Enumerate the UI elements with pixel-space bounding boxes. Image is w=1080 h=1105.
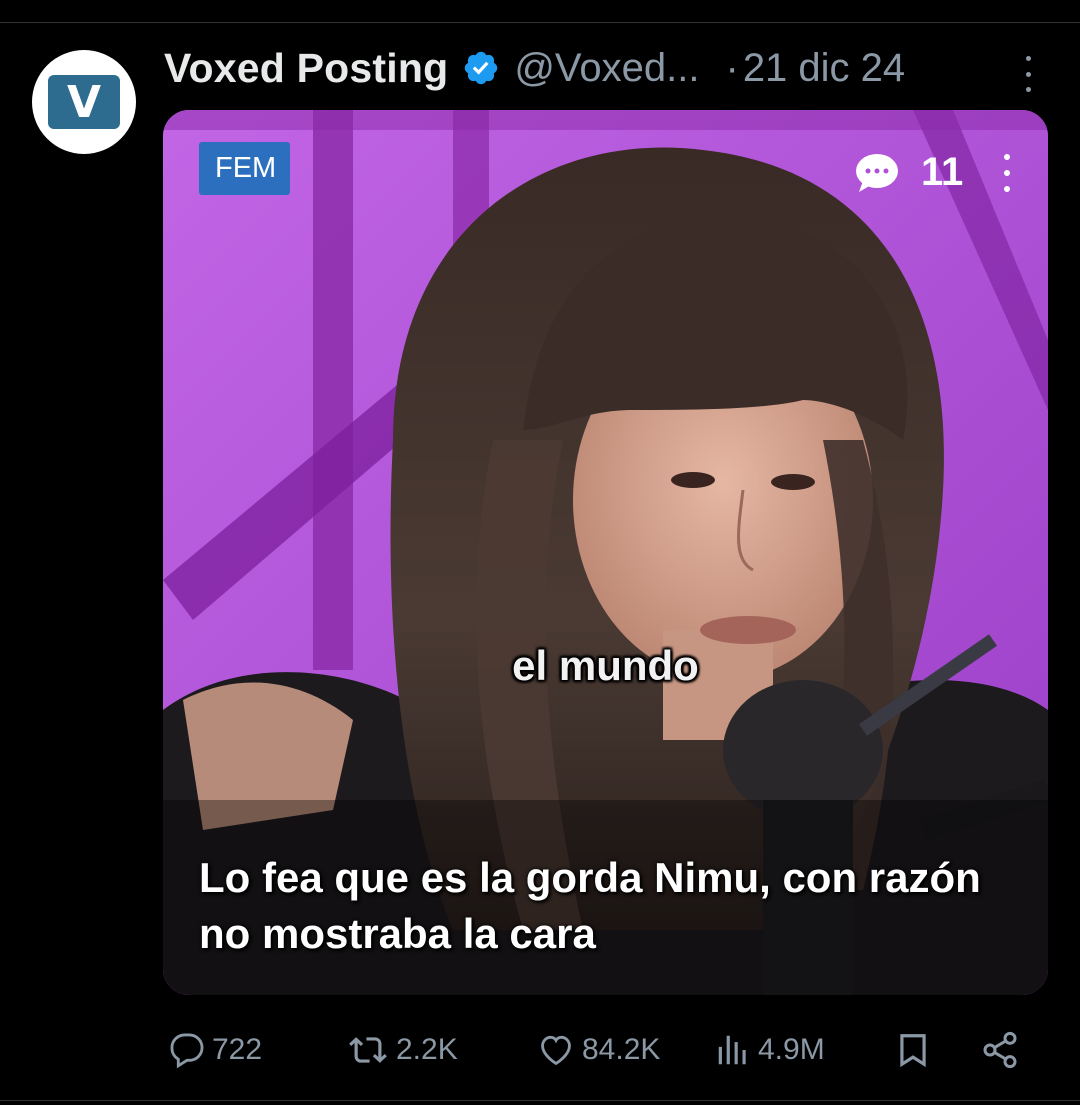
top-divider [0, 22, 1080, 23]
views-button[interactable]: 4.9M [714, 1024, 825, 1076]
reply-icon [170, 1033, 204, 1069]
tweet-header: Voxed Posting @Voxed... · 21 dic 24 [164, 40, 1044, 96]
tweet-actions: 722 2.2K 84.2K 4.9M [168, 1024, 1038, 1076]
share-icon [983, 1031, 1017, 1069]
author-name[interactable]: Voxed Posting [164, 45, 448, 92]
date-separator: · [725, 45, 739, 90]
views-icon [718, 1035, 746, 1065]
video-comment-badge[interactable]: 11 [855, 150, 963, 195]
avatar-logo: V [40, 58, 128, 146]
video-subtitle: el mundo [512, 642, 699, 689]
media-more-icon[interactable] [1003, 154, 1011, 192]
like-count: 84.2K [582, 1033, 661, 1066]
reply-button[interactable]: 722 [168, 1024, 262, 1076]
repost-count: 2.2K [396, 1033, 458, 1066]
reply-count: 722 [212, 1033, 263, 1066]
author-handle[interactable]: @Voxed... [514, 46, 699, 91]
video-comment-count: 11 [921, 150, 964, 194]
media-video[interactable]: FEM 11 el mundo Lo fea que es la gorda N… [163, 110, 1048, 995]
fem-badge: FEM [199, 142, 291, 195]
share-button[interactable] [980, 1024, 1020, 1076]
post-date[interactable]: 21 dic 24 [743, 46, 905, 91]
bookmark-icon [900, 1034, 926, 1068]
repost-button[interactable]: 2.2K [346, 1024, 458, 1076]
video-caption: Lo fea que es la gorda Nimu, con razón n… [199, 854, 981, 957]
bottom-divider [0, 1100, 1080, 1101]
bookmark-button[interactable] [894, 1024, 932, 1076]
heart-icon [541, 1035, 571, 1066]
chat-bubble-icon [855, 153, 899, 193]
like-button[interactable]: 84.2K [536, 1024, 660, 1076]
tweet-screen: V Voxed Posting @Voxed... · 21 dic 24 FE… [0, 0, 1080, 1105]
more-options-icon[interactable] [1016, 56, 1040, 92]
avatar-letter: V [48, 75, 120, 129]
verified-badge-icon [462, 49, 500, 87]
avatar[interactable]: V [32, 50, 136, 154]
views-count: 4.9M [758, 1033, 825, 1066]
repost-icon [349, 1037, 387, 1063]
